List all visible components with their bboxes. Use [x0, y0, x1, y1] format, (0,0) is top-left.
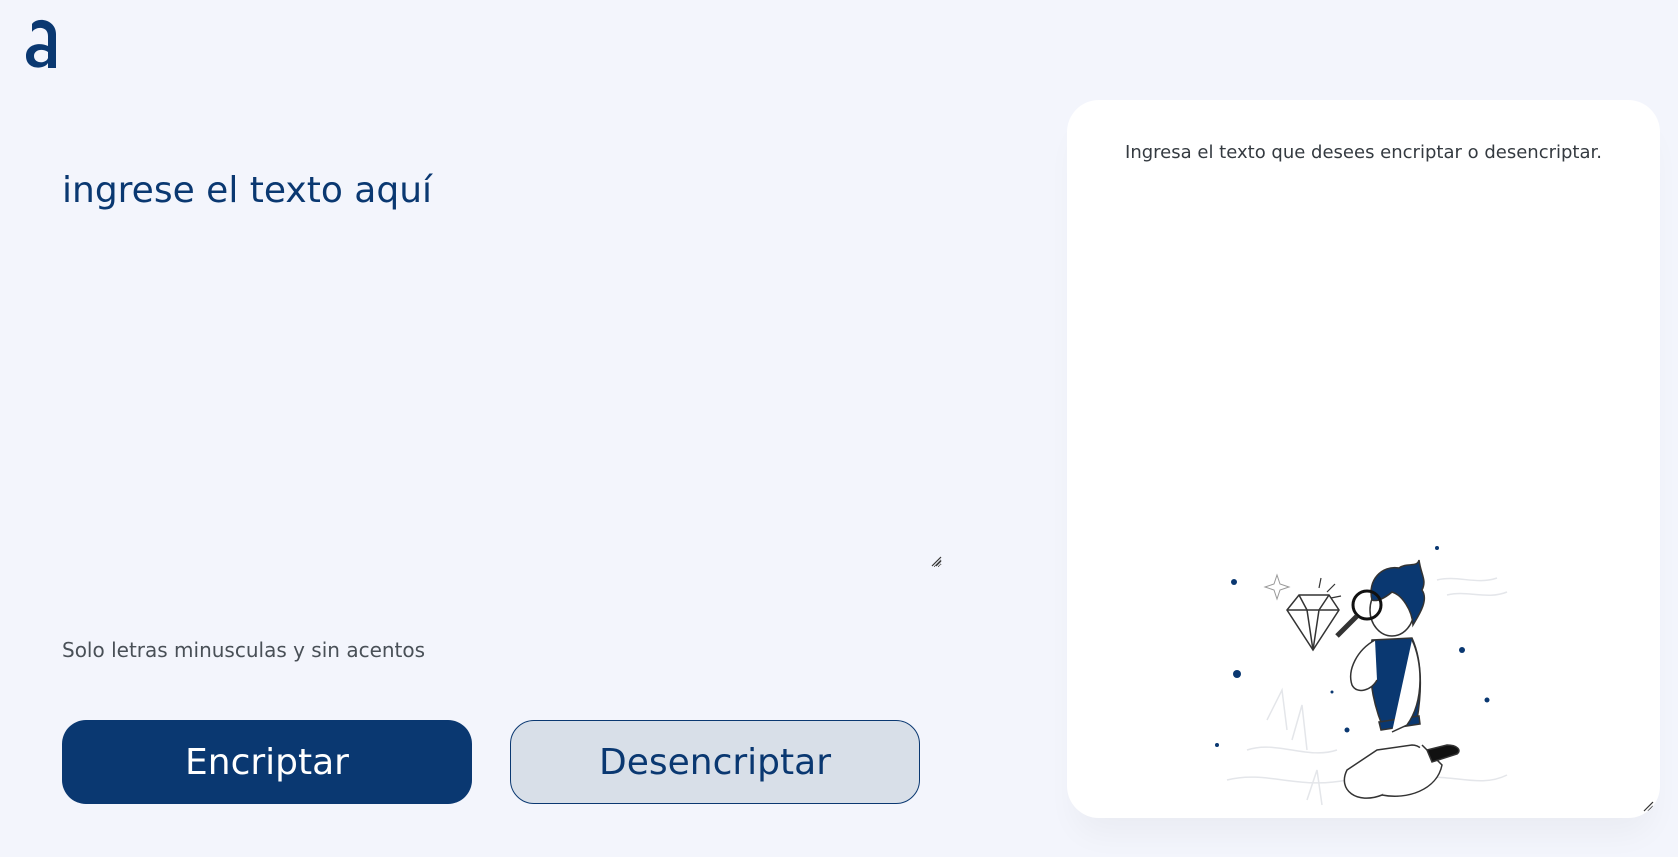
encrypt-button[interactable]: Encriptar — [62, 720, 472, 804]
hint-text: Solo letras minusculas y sin acentos — [62, 638, 426, 662]
encrypt-button-label: Encriptar — [185, 741, 349, 783]
text-input[interactable] — [62, 170, 942, 568]
decrypt-button[interactable]: Desencriptar — [510, 720, 920, 804]
decrypt-button-label: Desencriptar — [598, 741, 831, 783]
logo-icon[interactable] — [22, 18, 60, 74]
person-with-magnifier-illustration-icon — [1215, 546, 1508, 806]
input-hint: Solo letras minusculas y sin acentos — [62, 638, 425, 662]
resize-handle-icon[interactable] — [1642, 800, 1654, 812]
resize-handle-icon[interactable] — [930, 555, 942, 567]
output-message: Ingresa el texto que desees encriptar o … — [1125, 142, 1602, 163]
output-panel: Ingresa el texto que desees encriptar o … — [1067, 100, 1660, 818]
